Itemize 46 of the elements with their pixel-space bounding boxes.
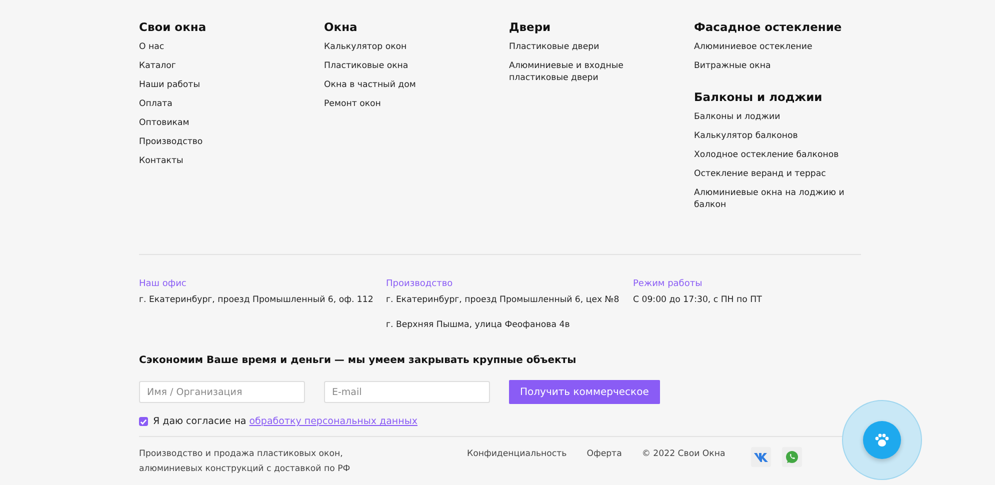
menu-heading: Фасадное остекление	[694, 20, 843, 34]
contact-label: Наш офис	[139, 279, 188, 289]
menu-link[interactable]: Калькулятор окон	[324, 41, 486, 53]
menu-link[interactable]: Алюминиевые окна на лоджию и балкон	[694, 187, 856, 211]
form-heading: Сэкономим Ваше время и деньги — мы умеем закрывать крупные объекты	[139, 355, 578, 366]
copyright-text: © 2022 Свои Окна	[642, 449, 726, 459]
menu-heading: Двери	[509, 20, 552, 34]
address-text: г. Екатеринбург, проезд Промышленный 6, оф. 112	[139, 295, 374, 305]
vk-icon[interactable]	[751, 447, 772, 467]
menu-heading: Окна	[324, 20, 358, 34]
submit-button[interactable]: Получить коммерческое	[509, 380, 660, 404]
menu-link[interactable]: Пластиковые двери	[509, 41, 671, 53]
contact-label: Производство	[386, 279, 454, 289]
menu-link[interactable]: Наши работы	[139, 79, 301, 91]
email-field[interactable]: E-mail	[324, 381, 490, 403]
footer-link[interactable]: Конфиденциальность	[467, 449, 567, 459]
menu-link[interactable]: Оплата	[139, 98, 301, 110]
menu-link[interactable]: Производство	[139, 136, 301, 148]
name-field[interactable]: Имя / Организация	[139, 381, 305, 403]
menu-link[interactable]: Остекление веранд и террас	[694, 168, 856, 180]
menu-link[interactable]: Алюминиевое остекление	[694, 41, 856, 53]
menu-link[interactable]: Балконы и лоджии	[694, 111, 856, 123]
contact-label: Режим работы	[633, 279, 704, 289]
menu-heading: Свои окна	[139, 20, 208, 34]
menu-link[interactable]: О нас	[139, 41, 301, 53]
menu-link[interactable]: Оптовикам	[139, 117, 301, 129]
consent-link[interactable]: обработку персональных данных	[249, 416, 418, 427]
menu-link[interactable]: Пластиковые окна	[324, 60, 486, 72]
menu-heading: Балконы и лоджии	[694, 90, 824, 104]
consent-checkbox[interactable]	[139, 417, 148, 426]
paw-icon	[873, 431, 891, 449]
menu-link[interactable]: Ремонт окон	[324, 98, 486, 110]
menu-link[interactable]: Алюминиевые и входные пластиковые двери	[509, 60, 671, 84]
menu-link[interactable]: Окна в частный дом	[324, 79, 486, 91]
address-text: г. Верхняя Пышма, улица Феофанова 4в	[386, 320, 571, 330]
footer-link[interactable]: Оферта	[586, 449, 622, 459]
menu-link[interactable]: Каталог	[139, 60, 301, 72]
consent-text: Я даю согласие на	[153, 416, 246, 427]
menu-link[interactable]: Витражные окна	[694, 60, 856, 72]
menu-link[interactable]: Калькулятор балконов	[694, 130, 856, 142]
whatsapp-icon[interactable]	[782, 447, 802, 467]
address-text: С 09:00 до 17:30, с ПН по ПТ	[633, 295, 763, 305]
company-description: Производство и продажа пластиковых окон, алюминиевых конструкций с доставкой по РФ	[139, 448, 352, 476]
menu-link[interactable]: Контакты	[139, 155, 301, 167]
menu-link[interactable]: Холодное остекление балконов	[694, 149, 856, 161]
address-text: г. Екатеринбург, проезд Промышленный 6, цех №8	[386, 295, 620, 305]
